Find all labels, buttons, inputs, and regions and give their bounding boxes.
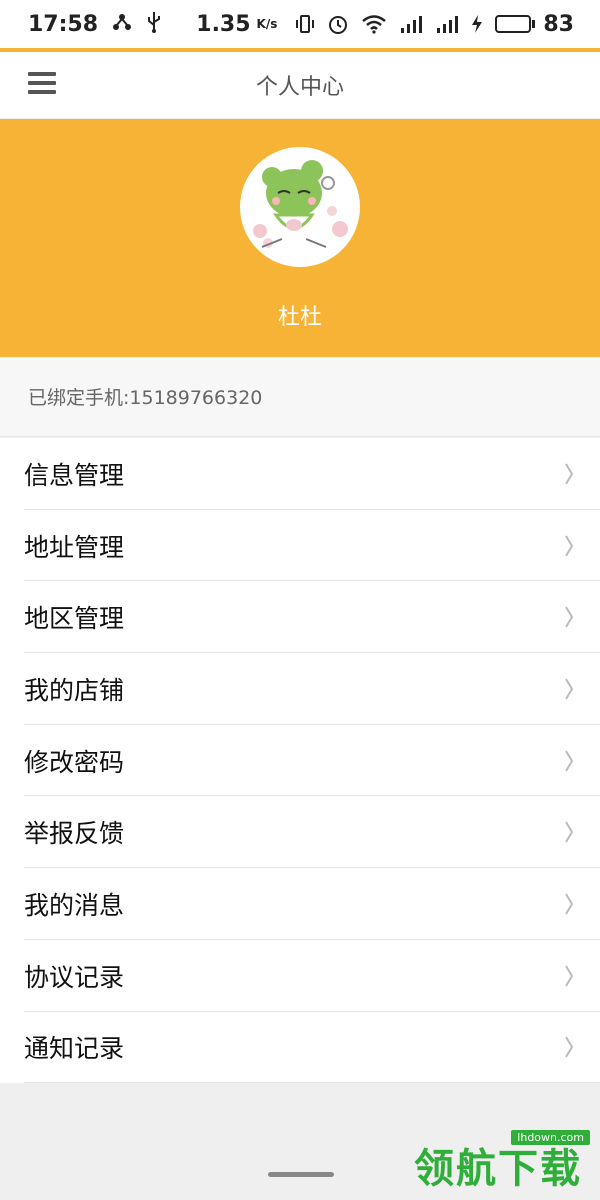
- menu-item-label: 信息管理: [24, 460, 125, 490]
- status-time: 17:58: [28, 11, 99, 37]
- nav-gesture-handle[interactable]: [268, 1172, 334, 1177]
- chevron-right-icon: [565, 750, 574, 772]
- status-bar: 17:58 1.35 K/s 83: [0, 0, 600, 52]
- menu-item-report-feedback[interactable]: 举报反馈: [0, 796, 600, 868]
- signal-4g-icon: [399, 14, 423, 34]
- chevron-right-icon: [565, 678, 574, 700]
- chevron-right-icon: [565, 535, 574, 557]
- chevron-right-icon: [565, 1036, 574, 1058]
- battery-icon: [495, 15, 536, 33]
- menu-item-notification-records[interactable]: 通知记录: [0, 1012, 600, 1084]
- username: 杜杜: [277, 305, 322, 330]
- page-title: 个人中心: [255, 75, 344, 100]
- chevron-right-icon: [565, 965, 574, 987]
- menu-item-my-messages[interactable]: 我的消息: [0, 868, 600, 940]
- usb-share-icon: [112, 12, 132, 37]
- menu-item-my-store[interactable]: 我的店铺: [0, 653, 600, 725]
- wifi-icon: [361, 14, 387, 34]
- menu-item-label: 协议记录: [24, 962, 125, 992]
- menu-item-label: 举报反馈: [24, 819, 125, 849]
- alarm-icon: [327, 13, 349, 35]
- signal-4g-icon: [435, 14, 459, 34]
- charging-icon: [471, 14, 483, 34]
- app-header: 个人中心: [0, 52, 600, 118]
- menu-item-label: 通知记录: [24, 1034, 125, 1064]
- bound-phone-label: 已绑定手机:15189766320: [28, 387, 263, 409]
- menu-list: 信息管理 地址管理 地区管理 我的店铺 修改密码 举报反馈 我的消息 协议记录 …: [0, 438, 600, 1084]
- hamburger-menu-icon[interactable]: [28, 72, 56, 96]
- watermark-logo: lhdown.com 领航下载: [414, 1130, 594, 1194]
- menu-item-label: 我的店铺: [24, 675, 125, 705]
- menu-item-address-management[interactable]: 地址管理: [0, 510, 600, 582]
- chevron-right-icon: [565, 463, 574, 485]
- menu-item-agreement-records[interactable]: 协议记录: [0, 940, 600, 1012]
- menu-item-label: 修改密码: [24, 747, 125, 777]
- battery-percent: 83: [543, 11, 574, 37]
- net-speed: 1.35: [196, 11, 251, 37]
- menu-item-region-management[interactable]: 地区管理: [0, 581, 600, 653]
- net-speed-unit: K/s: [256, 17, 278, 31]
- chevron-right-icon: [565, 893, 574, 915]
- menu-item-info-management[interactable]: 信息管理: [0, 438, 600, 510]
- vibrate-icon: [295, 14, 315, 34]
- bound-phone-row: 已绑定手机:15189766320: [0, 357, 600, 437]
- chevron-right-icon: [565, 606, 574, 628]
- watermark-brand: 领航下载: [414, 1146, 582, 1192]
- usb-icon: [146, 11, 162, 38]
- menu-item-change-password[interactable]: 修改密码: [0, 725, 600, 797]
- profile-banner: 杜杜: [0, 119, 600, 357]
- chevron-right-icon: [565, 821, 574, 843]
- avatar[interactable]: [240, 147, 360, 267]
- menu-item-label: 我的消息: [24, 890, 125, 920]
- menu-item-label: 地区管理: [24, 604, 125, 634]
- menu-item-label: 地址管理: [24, 532, 125, 562]
